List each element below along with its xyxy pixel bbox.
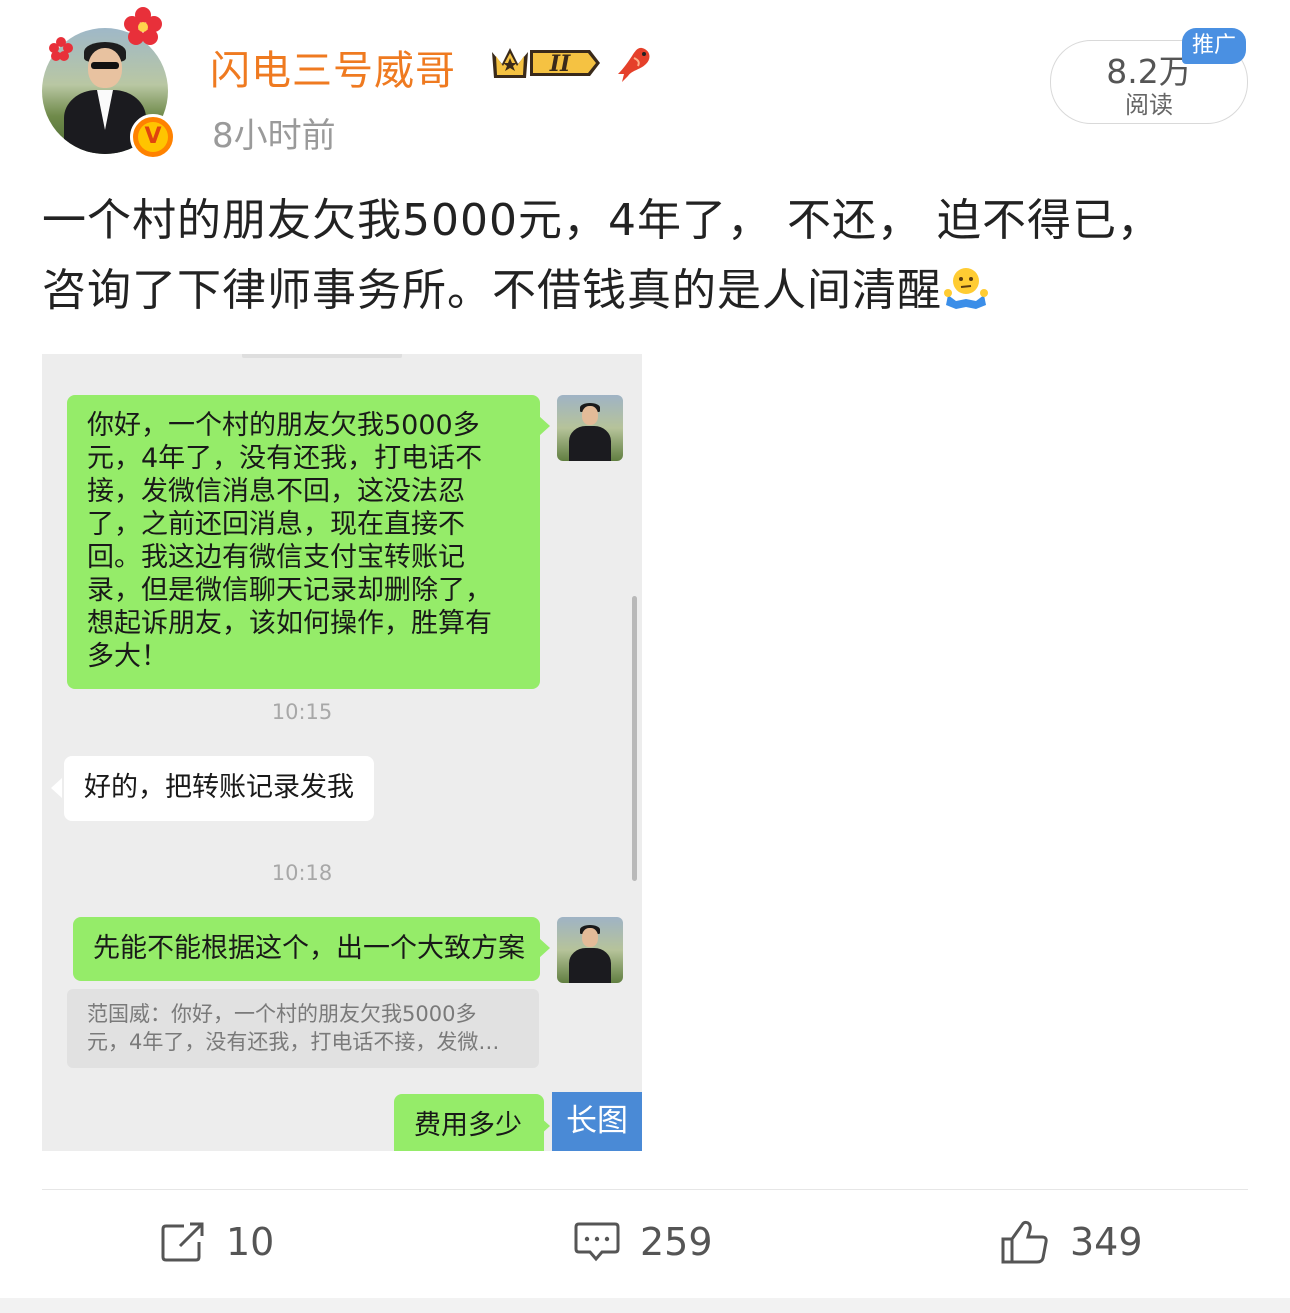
- sender-avatar: [557, 917, 623, 983]
- post-text-line: 咨询了下律师事务所。不借钱真的是人间清醒: [42, 265, 942, 316]
- chat-bubble-sent: 费用多少: [394, 1094, 544, 1151]
- repost-icon: [161, 1222, 204, 1262]
- koi-fish-icon: [618, 47, 650, 82]
- verified-v-icon: V: [130, 114, 176, 160]
- scrollbar: [632, 596, 637, 881]
- chat-bubble-sent: 先能不能根据这个，出一个大致方案: [73, 917, 540, 981]
- chat-screenshot-image[interactable]: 你好，一个村的朋友欠我5000多元，4年了，没有还我，打电话不接，发微信消息不回…: [42, 354, 642, 1151]
- long-image-tag: 长图: [552, 1092, 642, 1151]
- post-text: 一个村的朋友欠我5000元，4年了， 不还， 迫不得已， 咨询了下律师事务所。不…: [42, 186, 1242, 326]
- shrug-emoji-icon: [942, 264, 990, 312]
- post-time: 8小时前: [212, 116, 336, 156]
- author-name[interactable]: 闪电三号威哥: [210, 38, 456, 96]
- comment-count: 259: [640, 1220, 713, 1264]
- quoted-message: 范国威：你好，一个村的朋友欠我5000多 元，4年了，没有还我，打电话不接，发微…: [67, 989, 539, 1068]
- chat-bubble-sent: 你好，一个村的朋友欠我5000多元，4年了，没有还我，打电话不接，发微信消息不回…: [67, 395, 540, 689]
- comment-icon: [574, 1222, 620, 1262]
- read-label: 阅读: [1125, 91, 1173, 119]
- repost-count: 10: [226, 1220, 275, 1264]
- chat-timestamp: 10:15: [271, 700, 333, 724]
- divider: [42, 1189, 1248, 1190]
- post-text-line-2: 咨询了下律师事务所。不借钱真的是人间清醒: [42, 256, 1242, 326]
- like-count: 349: [1070, 1220, 1143, 1264]
- post-text-line: 一个村的朋友欠我5000元，4年了， 不还， 迫不得已，: [42, 195, 1162, 246]
- quoted-text: 元，4年了，没有还我，打电话不接，发微…: [87, 1030, 500, 1054]
- comment-button[interactable]: 259: [574, 1212, 713, 1272]
- chat-bubble-received: 好的，把转账记录发我: [64, 756, 374, 821]
- sender-avatar: [557, 395, 623, 461]
- chat-message-text: 好的，把转账记录发我: [84, 772, 354, 803]
- small-flower-icon: [49, 37, 73, 61]
- level-badge-text: II: [549, 51, 571, 77]
- chat-message-text: 你好，一个村的朋友欠我5000多元，4年了，没有还我，打电话不接，发微信消息不回…: [87, 410, 492, 672]
- quoted-text: 范国威：你好，一个村的朋友欠我5000多: [87, 1002, 477, 1026]
- chat-message-text: 费用多少: [414, 1110, 522, 1141]
- like-button[interactable]: 349: [1000, 1212, 1143, 1272]
- chat-timestamp: 10:18: [271, 861, 333, 885]
- repost-button[interactable]: 10: [160, 1212, 274, 1272]
- promo-tag: 推广: [1182, 28, 1246, 64]
- bottom-separator: [0, 1298, 1290, 1313]
- like-icon: [1001, 1220, 1048, 1264]
- chat-message-text: 先能不能根据这个，出一个大致方案: [93, 933, 525, 964]
- crown-level-icon: II: [492, 48, 600, 78]
- red-flower-icon: [124, 7, 162, 45]
